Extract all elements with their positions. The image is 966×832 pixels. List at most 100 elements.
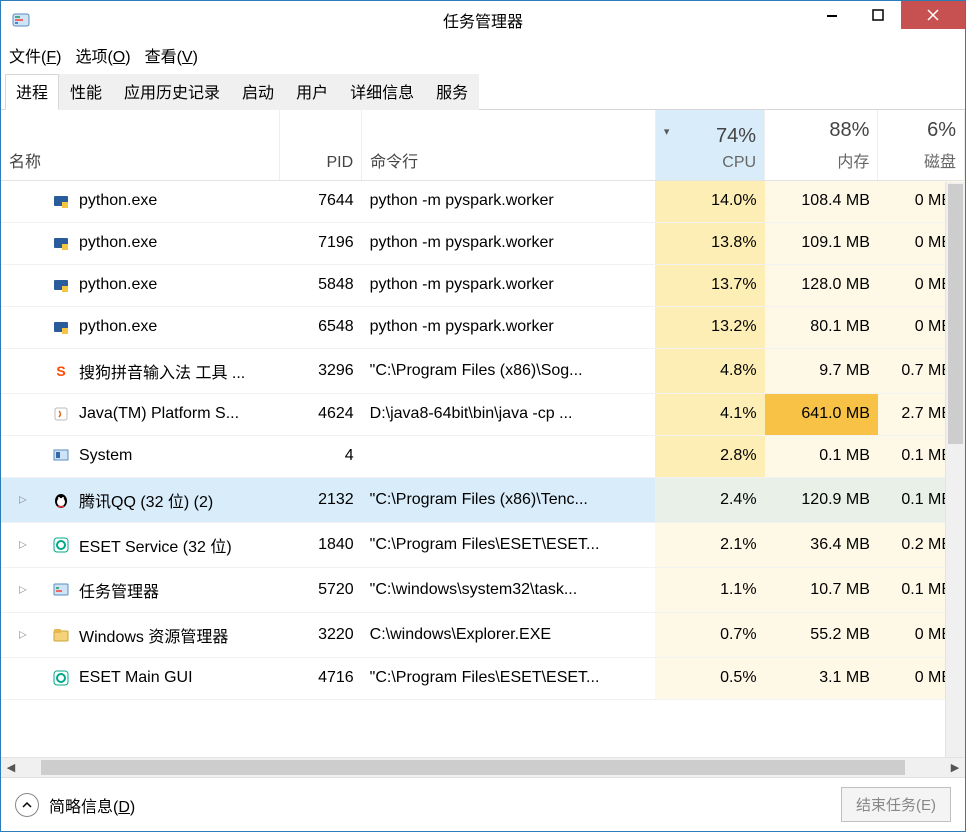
table-row[interactable]: python.exe7196python -m pyspark.worker13… <box>1 222 965 264</box>
table-row[interactable]: python.exe6548python -m pyspark.worker13… <box>1 306 965 348</box>
h-scrollbar-thumb[interactable] <box>41 760 905 775</box>
table-row[interactable]: System42.8%0.1 MB0.1 MB/ <box>1 435 965 477</box>
cell-cpu: 0.5% <box>655 657 764 699</box>
tab-performance[interactable]: 性能 <box>59 74 113 110</box>
tabs: 进程 性能 应用历史记录 启动 用户 详细信息 服务 <box>1 73 965 110</box>
cell-cmd: "C:\Program Files (x86)\Tenc... <box>362 477 656 522</box>
col-header-disk[interactable]: 6% 磁盘 <box>878 110 965 180</box>
table-row[interactable]: ▷任务管理器5720"C:\windows\system32\task...1.… <box>1 567 965 612</box>
cell-name: ▷ESET Service (32 位) <box>1 522 279 567</box>
horizontal-scrollbar[interactable]: ◀ ▶ <box>1 757 965 777</box>
fewer-details-link[interactable]: 简略信息(D) <box>49 793 135 817</box>
cell-name: Java(TM) Platform S... <box>1 393 279 435</box>
cell-mem: 36.4 MB <box>765 522 878 567</box>
cell-cpu: 13.7% <box>655 264 764 306</box>
table-row[interactable]: ▷ESET Service (32 位)1840"C:\Program File… <box>1 522 965 567</box>
cell-cpu: 4.1% <box>655 393 764 435</box>
process-icon <box>51 668 71 688</box>
cell-cpu: 0.7% <box>655 612 764 657</box>
cell-name: python.exe <box>1 306 279 348</box>
process-name: 搜狗拼音输入法 工具 ... <box>79 359 245 383</box>
menu-view[interactable]: 查看(V) <box>145 43 198 67</box>
cell-cmd: "C:\Program Files\ESET\ESET... <box>362 522 656 567</box>
cell-mem: 9.7 MB <box>765 348 878 393</box>
table-row[interactable]: python.exe7644python -m pyspark.worker14… <box>1 180 965 222</box>
tab-app-history[interactable]: 应用历史记录 <box>113 74 231 110</box>
scroll-right-icon[interactable]: ▶ <box>945 758 965 778</box>
close-button[interactable] <box>901 1 965 29</box>
cell-cmd: "C:\windows\system32\task... <box>362 567 656 612</box>
process-table-wrap: 名称 PID 命令行 ▾ 74% CPU 88% 内存 6% 磁盘 <box>1 110 965 777</box>
cell-pid: 4716 <box>279 657 361 699</box>
menubar: 文件(F) 选项(O) 查看(V) <box>1 39 965 73</box>
cell-cpu: 2.8% <box>655 435 764 477</box>
process-name: python.exe <box>79 276 157 294</box>
cell-mem: 109.1 MB <box>765 222 878 264</box>
expand-icon[interactable]: ▷ <box>19 539 27 550</box>
cell-cmd: python -m pyspark.worker <box>362 264 656 306</box>
table-row[interactable]: S搜狗拼音输入法 工具 ...3296"C:\Program Files (x8… <box>1 348 965 393</box>
col-header-name[interactable]: 名称 <box>1 110 279 180</box>
process-icon <box>51 625 71 645</box>
cell-cmd: python -m pyspark.worker <box>362 222 656 264</box>
col-header-cpu[interactable]: ▾ 74% CPU <box>655 110 764 180</box>
titlebar: 任务管理器 <box>1 1 965 39</box>
cell-mem: 108.4 MB <box>765 180 878 222</box>
table-row[interactable]: ▷腾讯QQ (32 位) (2)2132"C:\Program Files (x… <box>1 477 965 522</box>
process-icon <box>51 535 71 555</box>
process-icon <box>51 233 71 253</box>
tab-services[interactable]: 服务 <box>425 74 479 110</box>
table-row[interactable]: python.exe 5848python -m pyspark.worker13… <box>1 264 965 306</box>
table-row[interactable]: ESET Main GUI4716"C:\Program Files\ESET\… <box>1 657 965 699</box>
process-icon <box>51 191 71 211</box>
end-task-button[interactable]: 结束任务(E) <box>841 787 951 822</box>
cell-cpu: 1.1% <box>655 567 764 612</box>
cell-name: python.exe <box>1 222 279 264</box>
tab-startup[interactable]: 启动 <box>231 74 285 110</box>
menu-options[interactable]: 选项(O) <box>75 43 130 67</box>
cell-pid: 5720 <box>279 567 361 612</box>
process-icon <box>51 580 71 600</box>
process-name: python.exe <box>79 192 157 210</box>
cell-name: ▷ Windows 资源管理器 <box>1 612 279 657</box>
process-name: ESET Main GUI <box>79 669 193 687</box>
col-header-cmd[interactable]: 命令行 <box>362 110 656 180</box>
process-icon <box>51 404 71 424</box>
expand-icon[interactable]: ▷ <box>19 629 27 640</box>
cell-cpu: 13.8% <box>655 222 764 264</box>
cell-pid: 4624 <box>279 393 361 435</box>
sort-desc-icon: ▾ <box>664 125 670 138</box>
process-table: 名称 PID 命令行 ▾ 74% CPU 88% 内存 6% 磁盘 <box>1 110 965 700</box>
collapse-icon[interactable] <box>15 793 39 817</box>
process-name: Windows 资源管理器 <box>79 623 228 647</box>
process-name: System <box>79 447 132 465</box>
tab-processes[interactable]: 进程 <box>5 74 59 110</box>
cell-mem: 641.0 MB <box>765 393 878 435</box>
minimize-button[interactable] <box>809 1 855 29</box>
cell-cpu: 13.2% <box>655 306 764 348</box>
table-row[interactable]: ▷Windows 资源管理器3220C:\windows\Explorer.EX… <box>1 612 965 657</box>
cell-mem: 128.0 MB <box>765 264 878 306</box>
cell-mem: 55.2 MB <box>765 612 878 657</box>
cell-mem: 80.1 MB <box>765 306 878 348</box>
tab-details[interactable]: 详细信息 <box>339 74 425 110</box>
cell-mem: 10.7 MB <box>765 567 878 612</box>
cell-pid: 2132 <box>279 477 361 522</box>
cell-name: S搜狗拼音输入法 工具 ... <box>1 348 279 393</box>
col-header-pid[interactable]: PID <box>279 110 361 180</box>
cell-mem: 120.9 MB <box>765 477 878 522</box>
scroll-left-icon[interactable]: ◀ <box>1 758 21 778</box>
menu-file[interactable]: 文件(F) <box>9 43 61 67</box>
cell-cmd: python -m pyspark.worker <box>362 180 656 222</box>
maximize-button[interactable] <box>855 1 901 29</box>
expand-icon[interactable]: ▷ <box>19 494 27 505</box>
expand-icon[interactable]: ▷ <box>19 584 27 595</box>
table-row[interactable]: Java(TM) Platform S...4624D:\java8-64bit… <box>1 393 965 435</box>
cell-pid: 5848 <box>279 264 361 306</box>
vertical-scrollbar[interactable] <box>945 182 965 757</box>
scrollbar-thumb[interactable] <box>948 184 963 444</box>
tab-users[interactable]: 用户 <box>285 74 339 110</box>
cell-cmd: C:\windows\Explorer.EXE <box>362 612 656 657</box>
cell-cpu: 14.0% <box>655 180 764 222</box>
col-header-mem[interactable]: 88% 内存 <box>765 110 878 180</box>
